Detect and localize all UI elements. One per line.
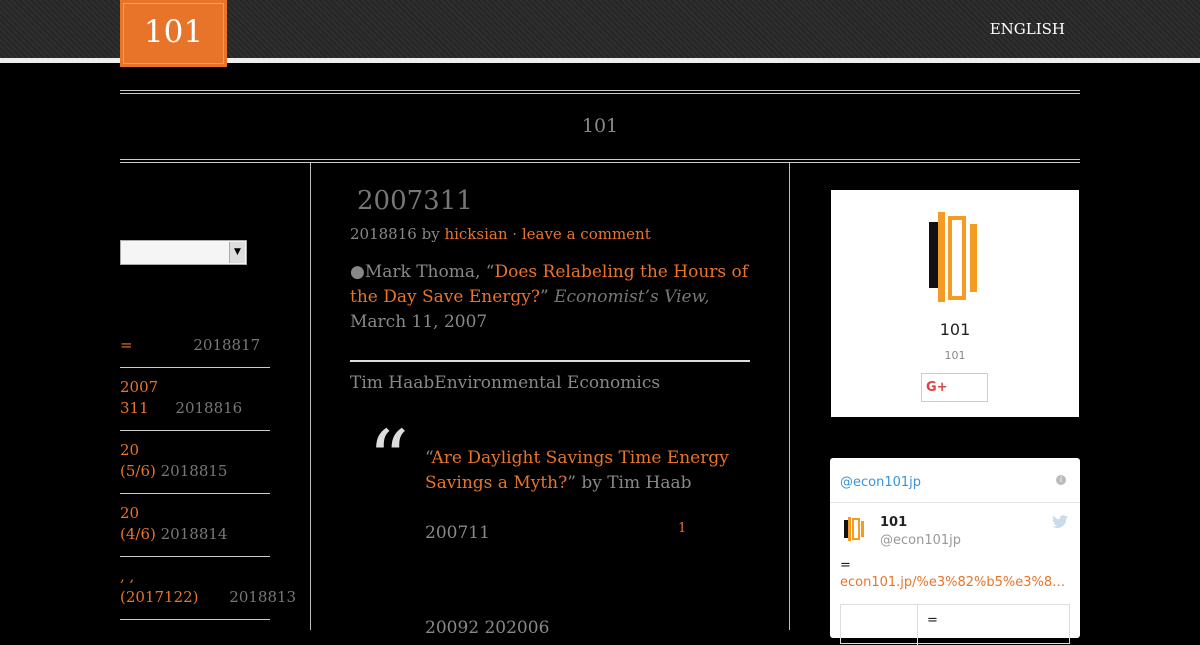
recent-post-item[interactable]: 20 (4/6) 2018814 <box>120 503 270 545</box>
blockquote-paragraph: 200711 <box>425 523 490 543</box>
google-plus-button[interactable]: G+ <box>921 373 988 402</box>
brand-subtitle: 101 <box>944 349 966 362</box>
recent-post-date: 2018813 <box>229 588 297 606</box>
recent-post-link[interactable]: 2007 <box>120 377 270 398</box>
post-paragraph-2: Tim HaabEnvironmental Economics <box>350 373 661 393</box>
language-link-english[interactable]: ENGLISH <box>990 20 1065 38</box>
site-logo[interactable]: 101 <box>120 0 227 67</box>
sidebar-divider <box>120 367 270 368</box>
brand-logo-icon <box>929 212 977 302</box>
tweet-text: = <box>840 558 851 573</box>
twitter-widget: @econ101jp i 101 @econ101jp = econ101.jp… <box>830 458 1080 645</box>
sidebar-divider <box>120 430 270 431</box>
post-author-link[interactable]: hicksian <box>444 225 507 243</box>
tweet-link[interactable]: econ101.jp/%e3%82%b5%e3%8… <box>840 575 1065 590</box>
recent-post-date: 2018814 <box>160 525 228 543</box>
tweet-author-name[interactable]: 101 <box>880 515 907 530</box>
post-title[interactable]: 2007311 <box>357 186 473 216</box>
post-date[interactable]: 2018816 <box>350 225 417 243</box>
leave-comment-link[interactable]: leave a comment <box>522 225 651 243</box>
sidebar-divider <box>120 556 270 557</box>
chevron-down-icon[interactable]: ▼ <box>229 242 245 263</box>
quote-attribution: ” by Tim Haab <box>567 473 692 493</box>
brand-name[interactable]: 101 <box>831 320 1079 339</box>
header-divider-top <box>120 90 1080 91</box>
header-divider-bottom <box>120 159 1080 160</box>
card-title: = <box>927 613 938 628</box>
post-divider <box>350 360 750 362</box>
citation-date: March 11, 2007 <box>350 312 488 332</box>
recent-post-item[interactable]: = 2018817 <box>120 335 270 356</box>
sidebar-divider <box>120 493 270 494</box>
sidebar-divider <box>120 619 270 620</box>
recent-post-link[interactable]: , , <box>120 566 300 587</box>
recent-post-link[interactable]: = <box>120 336 133 354</box>
recent-post-link[interactable]: (5/6) <box>120 462 156 480</box>
post-by-label: by <box>421 225 440 243</box>
column-divider-left <box>310 163 311 630</box>
timeline-header-handle[interactable]: @econ101jp <box>840 475 921 490</box>
tweet-link-card[interactable]: = <box>840 604 1070 645</box>
citation-prefix: ●Mark Thoma, “ <box>350 262 495 282</box>
info-icon[interactable]: i <box>1056 475 1066 485</box>
recent-post-date: 2018816 <box>175 399 243 417</box>
timeline-divider <box>830 502 1080 503</box>
citation-mid: ” <box>540 287 555 307</box>
twitter-bird-icon[interactable] <box>1052 514 1068 533</box>
recent-post-link[interactable]: (2017122) <box>120 588 199 606</box>
google-plus-widget: 101 101 G+ <box>831 190 1079 417</box>
recent-post-item[interactable]: 20 (5/6) 2018815 <box>120 440 270 482</box>
category-select[interactable]: ▼ <box>120 240 247 265</box>
blockquote: “Are Daylight Savings Time Energy Saving… <box>425 446 735 496</box>
recent-post-link[interactable]: 311 <box>120 399 149 417</box>
post-meta: 2018816 by hicksian · leave a comment <box>350 225 651 243</box>
site-title[interactable]: 101 <box>0 115 1200 137</box>
recent-post-link[interactable]: (4/6) <box>120 525 156 543</box>
meta-separator: · <box>512 225 518 243</box>
citation-source: Economist’s View, <box>554 287 710 307</box>
recent-post-link[interactable]: 20 <box>120 440 270 461</box>
column-divider-right <box>789 163 790 630</box>
recent-post-date: 2018815 <box>160 462 228 480</box>
header-divider-bottom-2 <box>120 162 1080 163</box>
header-divider-top-2 <box>120 93 1080 94</box>
recent-post-item[interactable]: 2007 311 2018816 <box>120 377 270 419</box>
recent-post-link[interactable]: 20 <box>120 503 270 524</box>
recent-post-date: 2018817 <box>193 336 261 354</box>
tweet-author-handle[interactable]: @econ101jp <box>880 533 961 548</box>
blockquote-paragraph-2: 20092 202006 <box>425 618 550 638</box>
footnote-link[interactable]: 1 <box>678 521 686 536</box>
quote-icon: “ <box>368 413 409 506</box>
post-paragraph-1: ●Mark Thoma, “Does Relabeling the Hours … <box>350 260 750 335</box>
avatar[interactable] <box>842 514 870 544</box>
recent-post-item[interactable]: , , (2017122) 2018813 <box>120 566 300 608</box>
card-divider <box>917 605 918 645</box>
